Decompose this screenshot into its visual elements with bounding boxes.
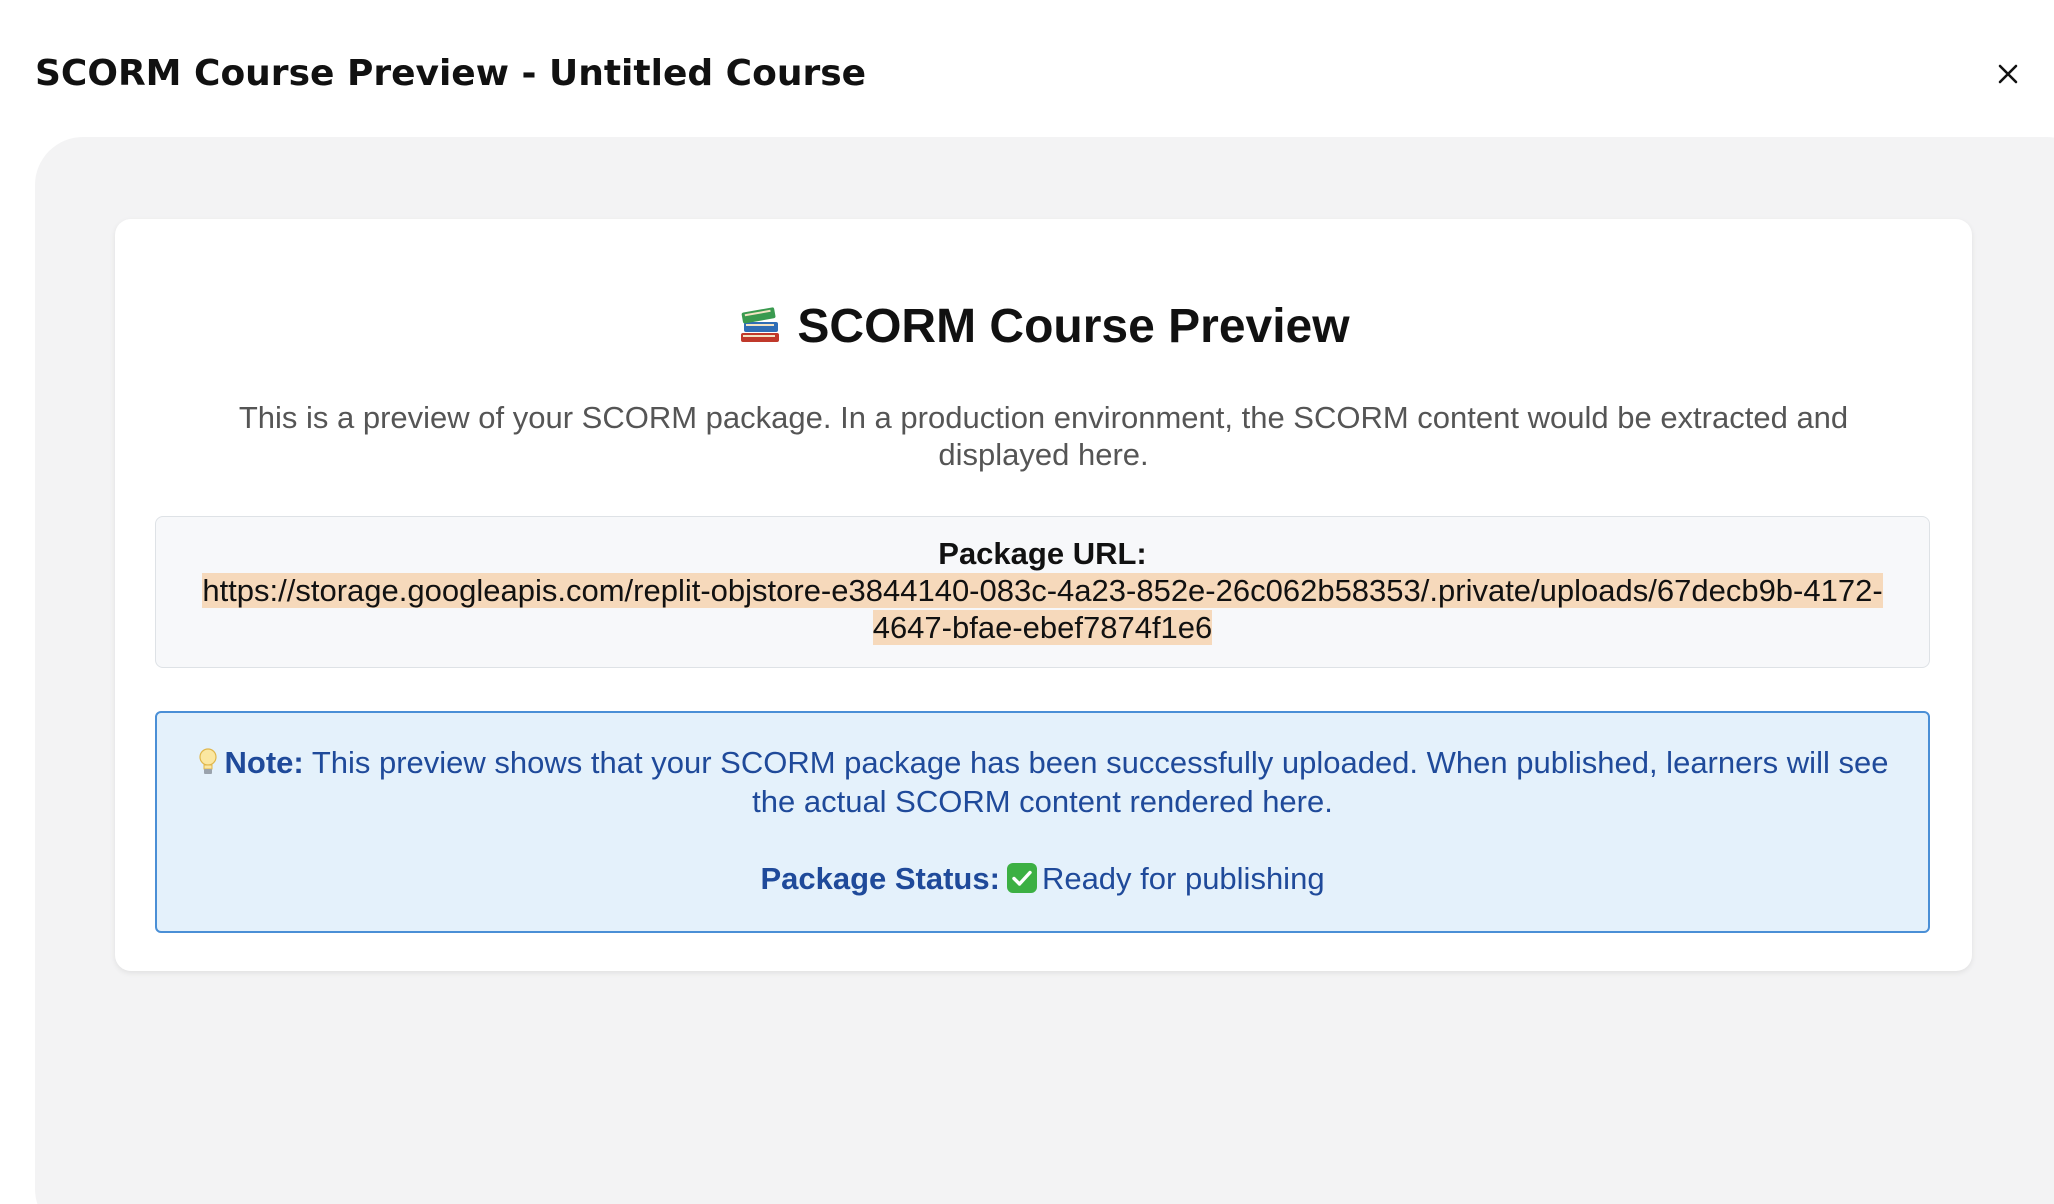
package-url-value[interactable]: https://storage.googleapis.com/replit-ob… [156, 572, 1929, 646]
preview-dialog: SCORM Course Preview - Untitled Course S… [0, 0, 2054, 1204]
package-status-line: Package Status: Ready for publishing [187, 859, 1898, 898]
scorm-content-frame: SCORM Course Preview This is a preview o… [35, 137, 2054, 1204]
close-icon [1998, 64, 2018, 84]
dialog-header: SCORM Course Preview - Untitled Course [35, 46, 2054, 102]
note-label: Note: [224, 745, 304, 780]
check-icon [1006, 863, 1037, 893]
package-status-label: Package Status: [760, 861, 1000, 896]
package-url-text: https://storage.googleapis.com/replit-ob… [202, 573, 1883, 645]
package-status-text: Ready for publishing [1041, 861, 1325, 896]
preview-description: This is a preview of your SCORM package.… [238, 400, 1849, 472]
dialog-title: SCORM Course Preview - Untitled Course [35, 53, 867, 94]
preview-card: SCORM Course Preview This is a preview o… [115, 219, 1972, 971]
note-text: This preview shows that your SCORM packa… [311, 745, 1889, 819]
close-button[interactable] [1980, 46, 2036, 102]
note-box: Note: This preview shows that your SCORM… [155, 711, 1930, 933]
lightbulb-icon [198, 748, 217, 774]
note-line: Note: This preview shows that your SCORM… [187, 743, 1898, 821]
preview-heading: SCORM Course Preview [115, 297, 1972, 357]
preview-heading-text: SCORM Course Preview [797, 300, 1350, 353]
package-url-box: Package URL: https://storage.googleapis.… [155, 516, 1930, 668]
books-icon [741, 307, 780, 342]
package-url-label: Package URL: [938, 536, 1147, 571]
